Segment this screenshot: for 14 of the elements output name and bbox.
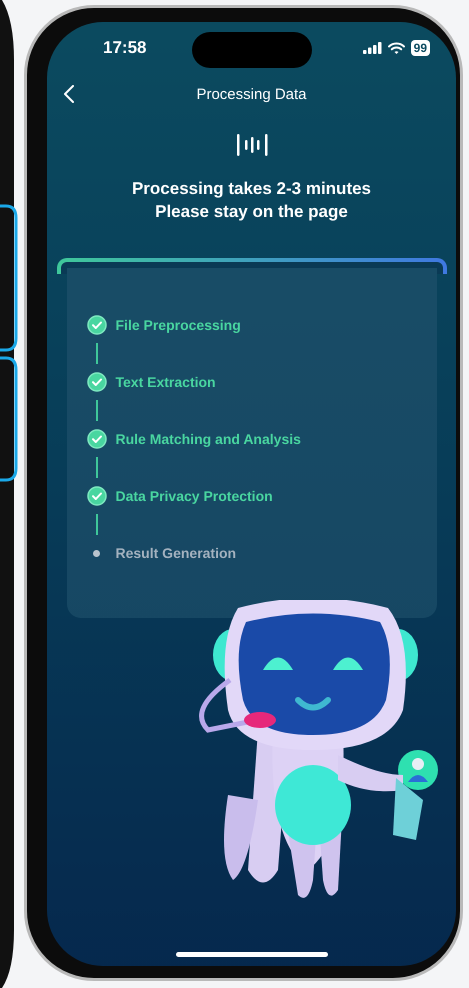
wifi-icon	[388, 42, 405, 54]
screen-title: Processing Data	[196, 86, 307, 102]
step-label: Text Extraction	[116, 374, 216, 390]
step-label: Rule Matching and Analysis	[116, 431, 301, 447]
status-time: 17:58	[103, 38, 146, 58]
notice-text: Processing takes 2-3 minutes	[132, 178, 372, 199]
battery-level: 99	[410, 40, 430, 56]
waveform-icon	[236, 134, 268, 156]
step-label: File Preprocessing	[116, 317, 241, 333]
signal-icon	[362, 42, 382, 54]
back-icon[interactable]	[63, 85, 75, 103]
notice-text: Please stay on the page	[155, 201, 348, 222]
step-label: Result Generation	[116, 545, 236, 561]
step-label: Data Privacy Protection	[116, 488, 273, 504]
